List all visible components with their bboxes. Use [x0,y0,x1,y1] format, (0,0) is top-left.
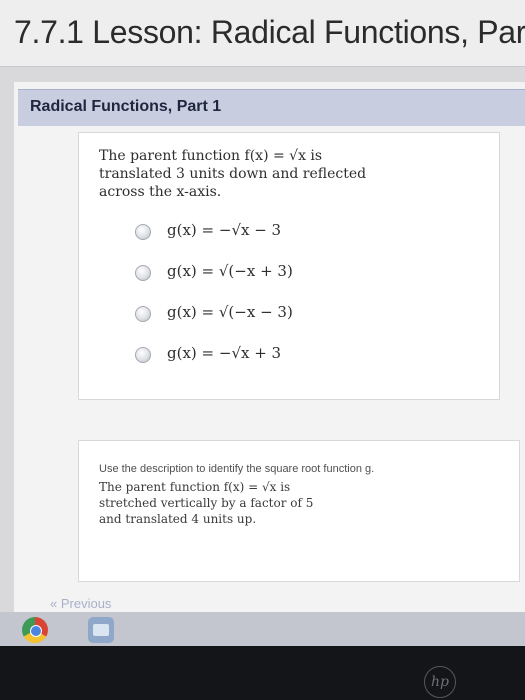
question-card-1: The parent function f(x) = √x is transla… [78,132,500,400]
hp-logo: hp [424,666,456,698]
answer-option-label: g(x) = −√x − 3 [167,221,282,239]
previous-link[interactable]: « Previous [50,596,111,611]
radio-button[interactable] [135,265,151,281]
taskbar [0,612,525,646]
question-1-line-3: across the x-axis. [99,184,222,200]
radio-button[interactable] [135,224,151,240]
question-2-instruction: Use the description to identify the squa… [99,463,375,475]
answer-option-label: g(x) = √(−x + 3) [167,262,293,280]
question-1-line-1: The parent function f(x) = √x is [99,148,323,164]
question-1-text: The parent function f(x) = √x is transla… [99,147,366,201]
question-2-line-1: The parent function f(x) = √x is [99,480,291,494]
question-1-line-2: translated 3 units down and reflected [99,166,367,182]
answer-option-label: g(x) = √(−x − 3) [167,303,293,321]
question-2-line-2: stretched vertically by a factor of 5 [99,496,314,510]
section-title: Radical Functions, Part 1 [30,98,222,115]
radio-button[interactable] [135,347,151,363]
radio-button[interactable] [135,306,151,322]
question-2-text: The parent function f(x) = √x is stretch… [99,479,313,527]
files-icon[interactable] [88,617,114,643]
question-card-2: Use the description to identify the squa… [78,440,520,582]
answer-option-label: g(x) = −√x + 3 [167,344,282,362]
page-title: 7.7.1 Lesson: Radical Functions, Part [14,14,525,50]
chrome-icon[interactable] [22,617,48,643]
section-header: Radical Functions, Part 1 [18,89,525,126]
question-2-line-3: and translated 4 units up. [99,512,257,526]
title-bar: 7.7.1 Lesson: Radical Functions, Part [0,0,525,67]
